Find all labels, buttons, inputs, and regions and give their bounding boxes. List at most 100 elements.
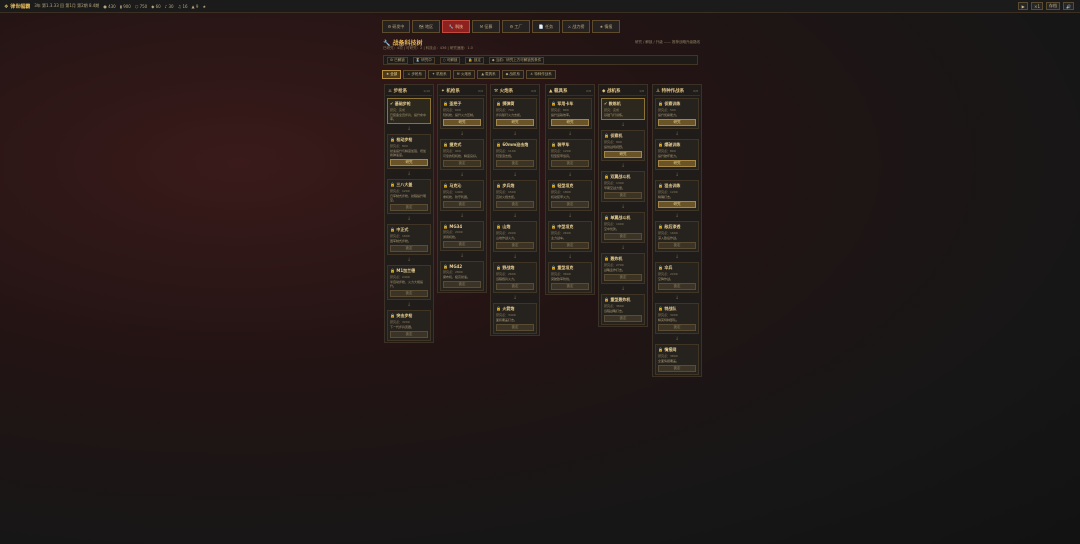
tab-tech[interactable]: 🔧 科技 <box>442 20 470 33</box>
research-button[interactable]: 锁定 <box>496 160 534 167</box>
tab-recruit[interactable]: ⚒ 征募 <box>472 20 500 33</box>
tech-card[interactable]: ✔ 教练机 研究：完成 基础飞行训练。 <box>601 98 645 120</box>
tech-card[interactable]: 🔒 爆破训练 研究点：800 提升破坏能力。 研究 <box>655 139 699 170</box>
filter-vehicle[interactable]: ▲ 载具系 <box>477 70 500 79</box>
research-button[interactable]: 锁定 <box>658 324 696 331</box>
research-button[interactable]: 锁定 <box>658 283 696 290</box>
research-button[interactable]: 锁定 <box>551 160 589 167</box>
research-button[interactable]: 锁定 <box>390 290 428 297</box>
research-button[interactable]: 锁定 <box>496 242 534 249</box>
tech-card[interactable]: 🔒 情报网 研究点：3800 全面情报覆盖。 锁定 <box>655 344 699 375</box>
research-button[interactable]: 研究 <box>443 119 481 126</box>
save-button[interactable]: 存档 <box>1046 2 1061 10</box>
tech-card[interactable]: 🔒 山炮 研究点：2000 山地作战火力。 锁定 <box>493 221 537 252</box>
research-button[interactable]: 研究 <box>658 201 696 208</box>
tech-card[interactable]: 🔒 侦察机 研究点：900 提供战场视野。 研究 <box>601 130 645 161</box>
research-button[interactable]: 研究 <box>658 160 696 167</box>
tech-desc: 提供战场视野。 <box>604 145 626 149</box>
tab-intel[interactable]: ★ 情报 <box>592 20 620 33</box>
tech-card[interactable]: 🔒 掷弹筒 研究点：700 步兵随行火力支援。 研究 <box>493 98 537 129</box>
tech-card[interactable]: 🔒 歪把子 研究点：600 轻机枪，提升火力压制。 研究 <box>440 98 484 129</box>
page-hint: 研究 / 解锁 / 升级 —— 推荐战略升级路线 <box>634 40 700 44</box>
tech-card[interactable]: 🔒 单翼战斗机 研究点：1900 空中优势。 锁定 <box>601 212 645 243</box>
research-button[interactable]: 研究 <box>390 159 428 166</box>
tech-card[interactable]: 🔒 捷克式 研究点：900 可靠的轻机枪，精度良好。 锁定 <box>440 139 484 170</box>
date-stat: 3年 第1.3.33 回 第1月 第2期 8.4期 <box>34 3 100 8</box>
tech-card[interactable]: 🔒 狙击训练 研究点：1200 精确打击。 研究 <box>655 180 699 211</box>
research-button[interactable]: 锁定 <box>658 242 696 249</box>
tech-card[interactable]: 🔒 重型坦克 研究点：3600 突破敌军防线。 锁定 <box>548 262 592 293</box>
filter-mg[interactable]: ✦ 机枪系 <box>428 70 451 79</box>
tech-card[interactable]: 🔒 火箭炮 研究点：3400 面积覆盖打击。 锁定 <box>493 303 537 334</box>
tech-card[interactable]: 🔒 马克沁 研究点：1400 重机枪，防守利器。 锁定 <box>440 180 484 211</box>
tech-card[interactable]: 🔒 敌后渗透 研究点：1600 深入敌后作战。 锁定 <box>655 221 699 252</box>
filter-aircraft[interactable]: ◆ 战机系 <box>501 70 524 79</box>
research-button[interactable]: 研究 <box>551 119 589 126</box>
tab-missions[interactable]: 📄 任务 <box>532 20 560 33</box>
research-button[interactable]: 研究 <box>658 119 696 126</box>
down-arrow-icon: ↓ <box>620 204 626 210</box>
tab-factory[interactable]: ⚙ 工厂 <box>502 20 530 33</box>
research-button[interactable]: 锁定 <box>551 201 589 208</box>
research-button[interactable]: 锁定 <box>604 315 642 322</box>
tech-card[interactable]: 🔒 突击步枪 研究点：3200 下一代步兵武器。 锁定 <box>387 310 431 341</box>
research-button[interactable]: 锁定 <box>390 204 428 211</box>
tab-map[interactable]: 🗺 地区 <box>412 20 440 33</box>
tech-desc: 远程炮兵火力。 <box>496 277 518 281</box>
tech-card[interactable]: 🔒 特战队 研究点：3000 精英特种部队。 锁定 <box>655 303 699 334</box>
tech-card[interactable]: 🔒 伞兵 研究点：2200 空降作战。 锁定 <box>655 262 699 293</box>
column-count: 0/8 <box>693 88 698 93</box>
research-button[interactable]: 锁定 <box>443 160 481 167</box>
tech-card[interactable]: 🔒 重型轰炸机 研究点：3600 远程战略打击。 锁定 <box>601 294 645 325</box>
tech-cost: 研究点：600 <box>443 108 461 112</box>
tech-card[interactable]: 🔒 MG34 研究点：2000 通用机枪。 锁定 <box>440 221 484 251</box>
tech-cost: 研究点：1800 <box>551 190 571 194</box>
filter-all[interactable]: ★ 全部 <box>382 70 402 79</box>
sound-button[interactable]: 🔊 <box>1063 2 1074 10</box>
tech-card[interactable]: 🔒 MG42 研究点：2800 撕布机，极高射速。 锁定 <box>440 261 484 291</box>
tech-desc: 通用机枪。 <box>443 235 459 239</box>
tech-card[interactable]: 🔒 60mm迫击炮 研究点：1100 轻型迫击炮。 锁定 <box>493 139 537 170</box>
tab-ranking[interactable]: ⚔ 战力榜 <box>562 20 590 33</box>
filter-special[interactable]: ⚓ 特种作战系 <box>525 70 556 79</box>
tab-research[interactable]: ⚙ 研发中 <box>382 20 410 33</box>
research-button[interactable]: 研究 <box>604 151 642 158</box>
tech-card[interactable]: 🔒 侦察训练 研究点：500 提升侦察能力。 研究 <box>655 98 699 129</box>
research-button[interactable]: 锁定 <box>443 281 481 288</box>
tech-card[interactable]: ✔ 基础步枪 研究：完成 已装备全员步兵，提升命中率。 <box>387 98 431 124</box>
filter-artillery[interactable]: ⚒ 火炮系 <box>452 70 476 79</box>
research-button[interactable]: 锁定 <box>604 192 642 199</box>
tech-card[interactable]: 🔒 双翼战斗机 研究点：1300 早期空战力量。 锁定 <box>601 171 645 202</box>
supply-stat: ▮ 900 <box>119 3 131 9</box>
tech-card[interactable]: 🔒 中型坦克 研究点：2600 主力战车。 锁定 <box>548 221 592 252</box>
tech-card[interactable]: 🔒 轻型坦克 研究点：1800 机动装甲火力。 锁定 <box>548 180 592 211</box>
research-button[interactable]: 锁定 <box>604 274 642 281</box>
tech-card[interactable]: 🔒 野战炮 研究点：2600 远程炮兵火力。 锁定 <box>493 262 537 293</box>
research-button[interactable]: 锁定 <box>390 245 428 252</box>
tech-card[interactable]: 🔒 栓动步枪 研究点：800 射速提升与精度加强，增加换弹速度。 研究 <box>387 134 431 169</box>
research-button[interactable]: 锁定 <box>496 283 534 290</box>
tech-desc: 机动装甲火力。 <box>551 195 573 199</box>
tech-card[interactable]: 🔒 步兵炮 研究点：1500 直射火炮支援。 锁定 <box>493 180 537 211</box>
research-button[interactable]: 锁定 <box>551 242 589 249</box>
research-button[interactable]: 锁定 <box>496 324 534 331</box>
tech-card[interactable]: 🔒 中正式 研究点：1600 国军制式步枪。 锁定 <box>387 224 431 255</box>
research-button[interactable]: 锁定 <box>658 365 696 372</box>
tech-card[interactable]: 🔒 轰炸机 研究点：2700 战略轰炸打击。 锁定 <box>601 253 645 284</box>
research-button[interactable]: 锁定 <box>604 233 642 240</box>
play-button[interactable]: ▶ <box>1018 2 1029 10</box>
tech-card[interactable]: 🔒 三八大盖 研究点：1200 日军制式步枪，射程提升明显。 锁定 <box>387 179 431 214</box>
speed-button[interactable]: ×1 <box>1031 2 1044 10</box>
tech-card[interactable]: 🔒 装甲车 研究点：1200 轻型装甲载具。 锁定 <box>548 139 592 170</box>
research-button[interactable]: 锁定 <box>443 201 481 208</box>
research-button[interactable]: 研究 <box>496 119 534 126</box>
column-title: ◆ 战机系 <box>602 88 621 94</box>
research-button[interactable]: 锁定 <box>496 201 534 208</box>
tech-card[interactable]: 🔒 M1加兰德 研究点：2400 半自动步枪，火力大幅提升。 锁定 <box>387 265 431 300</box>
tech-title: 🔒 掷弹筒 <box>496 101 515 106</box>
research-button[interactable]: 锁定 <box>390 331 428 338</box>
research-button[interactable]: 锁定 <box>443 241 481 248</box>
tech-card[interactable]: 🔒 军用卡车 研究点：800 提升运输效率。 研究 <box>548 98 592 129</box>
filter-rifle[interactable]: ⚔ 步枪系 <box>403 70 427 79</box>
research-button[interactable]: 锁定 <box>551 283 589 290</box>
